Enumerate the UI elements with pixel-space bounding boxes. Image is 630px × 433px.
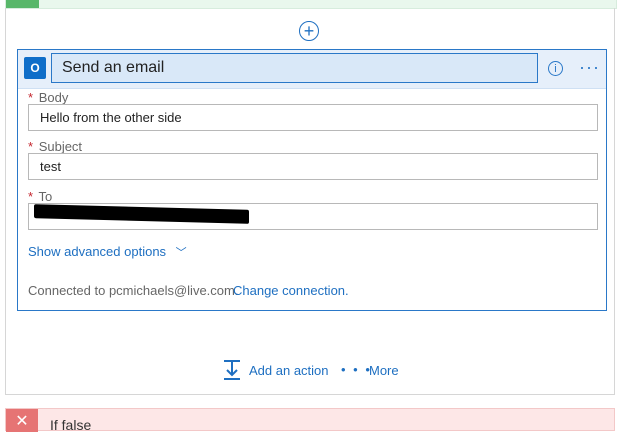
subject-label: * Subject: [28, 139, 82, 154]
card-title: Send an email: [62, 59, 165, 76]
outlook-icon: O: [24, 57, 46, 79]
connection-status: Connected to pcmichaels@live.com.: [28, 283, 239, 298]
send-email-card: O Send an email i ··· * Body Hello from …: [17, 49, 607, 311]
more-button[interactable]: More: [369, 363, 399, 378]
card-title-field[interactable]: Send an email: [51, 53, 538, 83]
required-marker: *: [28, 139, 34, 154]
change-connection-link[interactable]: Change connection.: [233, 283, 349, 298]
show-advanced-options-label: Show advanced options: [28, 244, 167, 259]
body-input[interactable]: Hello from the other side: [28, 104, 598, 131]
close-icon: ✕: [6, 409, 38, 432]
required-marker: *: [28, 90, 34, 105]
add-action-icon[interactable]: [223, 359, 241, 381]
more-options-icon[interactable]: ···: [579, 57, 600, 78]
previous-step-icon-strip: [6, 0, 39, 8]
add-action-button[interactable]: Add an action: [249, 363, 329, 378]
show-advanced-options-link[interactable]: Show advanced options ﹀: [28, 244, 187, 260]
required-marker: *: [28, 189, 34, 204]
add-step-button[interactable]: +: [299, 21, 319, 41]
body-label: * Body: [28, 90, 68, 105]
if-false-branch-header[interactable]: ✕ If false: [5, 408, 615, 433]
plus-icon: +: [303, 21, 315, 41]
info-icon[interactable]: i: [548, 61, 563, 76]
card-header[interactable]: O Send an email i ···: [18, 50, 606, 89]
outlook-glyph: O: [30, 61, 40, 75]
chevron-down-icon: ﹀: [175, 247, 187, 259]
subject-input[interactable]: test: [28, 153, 598, 180]
subject-value: test: [40, 159, 61, 174]
body-label-text: Body: [38, 90, 69, 105]
body-value: Hello from the other side: [40, 110, 182, 125]
subject-label-text: Subject: [38, 139, 83, 154]
to-label-text: To: [38, 189, 53, 204]
to-label: * To: [28, 189, 52, 204]
more-icon[interactable]: • • •: [341, 362, 372, 377]
